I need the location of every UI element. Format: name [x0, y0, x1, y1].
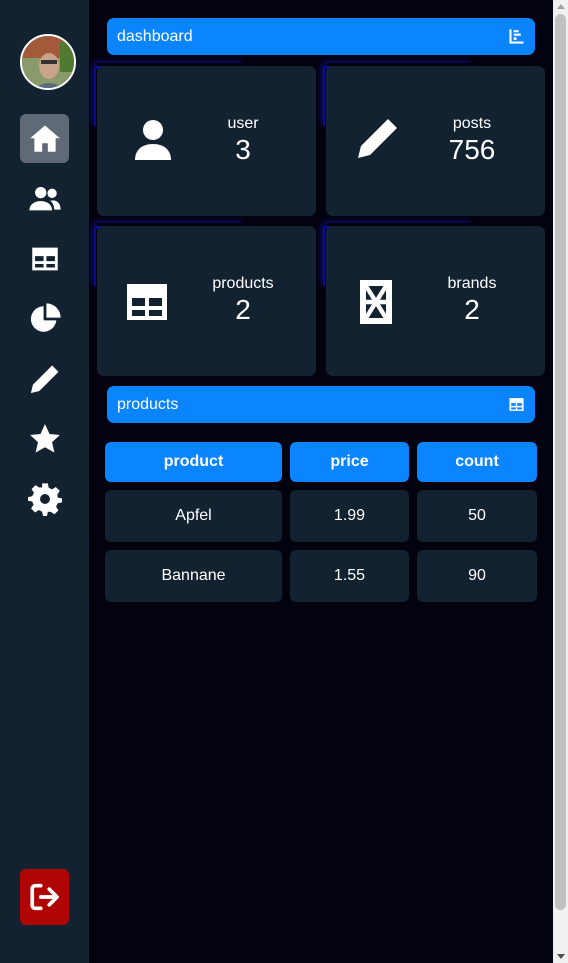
table-cell-price[interactable]: 1.99 [290, 490, 409, 542]
stat-label: products [212, 275, 274, 292]
sidebar-item-favorites[interactable] [20, 414, 69, 463]
stat-label: posts [452, 115, 492, 132]
gear-icon [27, 482, 62, 516]
logout-button[interactable] [20, 869, 69, 925]
sidebar-item-table[interactable] [20, 234, 69, 283]
products-header: products [107, 386, 535, 423]
sidebar-item-settings[interactable] [20, 474, 69, 523]
avatar[interactable] [20, 34, 76, 90]
products-title: products [117, 395, 179, 413]
stat-label: brands [447, 275, 497, 292]
stat-value: 2 [235, 294, 251, 325]
stat-value: 3 [235, 134, 251, 165]
table-icon [509, 398, 524, 411]
scroll-down-icon[interactable] [557, 954, 565, 959]
brand-box-icon [360, 280, 392, 324]
pie-chart-icon [30, 302, 61, 332]
sidebar-item-edit[interactable] [20, 354, 69, 403]
pencil-icon [358, 119, 397, 158]
sidebar-item-chart[interactable] [20, 294, 69, 343]
stat-value: 2 [464, 294, 480, 325]
table-cell-count[interactable]: 90 [417, 550, 537, 602]
column-header-price[interactable]: price [290, 442, 409, 482]
table-cell-product[interactable]: Apfel [105, 490, 282, 542]
bar-chart-icon [509, 29, 524, 44]
dashboard-title: dashboard [117, 27, 193, 45]
users-icon [28, 186, 61, 210]
scrollbar-thumb[interactable] [555, 14, 566, 910]
pencil-icon [30, 365, 58, 393]
table-cell-price[interactable]: 1.55 [290, 550, 409, 602]
home-icon [29, 125, 60, 152]
table-cell-count[interactable]: 50 [417, 490, 537, 542]
scroll-up-icon[interactable] [557, 4, 565, 9]
stat-card-brands[interactable]: brands 2 [323, 223, 545, 376]
stat-value: 756 [448, 134, 496, 165]
stat-card-products[interactable]: products 2 [94, 223, 316, 376]
table-icon [31, 247, 58, 270]
column-header-count[interactable]: count [417, 442, 537, 482]
table-cell-product[interactable]: Bannane [105, 550, 282, 602]
scrollbar[interactable] [553, 0, 568, 963]
sidebar-item-users[interactable] [20, 174, 69, 223]
logout-icon [29, 883, 59, 911]
table-icon [127, 284, 167, 320]
sidebar-item-home[interactable] [20, 114, 69, 163]
user-icon [135, 120, 171, 160]
star-icon [29, 423, 60, 452]
column-header-product[interactable]: product [105, 442, 282, 482]
dashboard-header: dashboard [107, 18, 535, 55]
stat-label: user [227, 115, 259, 132]
stat-card-posts[interactable]: posts 756 [323, 63, 545, 216]
avatar-image [22, 36, 74, 88]
sidebar [0, 0, 89, 963]
stat-card-users[interactable]: user 3 [94, 63, 316, 216]
